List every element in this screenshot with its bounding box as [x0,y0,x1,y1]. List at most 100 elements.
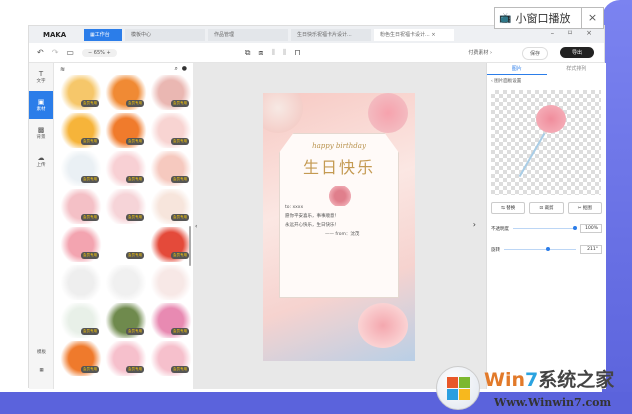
spacing-icon[interactable]: ⦀ [283,48,287,58]
asset-thumbnail[interactable]: 会员专用 [150,303,192,338]
member-badge: 会员专用 [126,100,144,107]
watermark: Win7系统之家 Www.Winwin7.com [432,362,632,414]
redo-icon[interactable]: ↷ [52,48,59,57]
tab-templates[interactable]: 模板中心 [125,28,205,41]
asset-thumbnail[interactable]: 会员专用 [150,341,192,376]
qrcode-icon[interactable]: ▦ [29,361,54,379]
cutout-button[interactable]: ✂ 抠图 [567,202,602,214]
asset-thumbnail[interactable]: 会员专用 [60,189,102,224]
undo-icon[interactable]: ↶ [37,48,44,57]
close-tab-icon[interactable]: × [431,32,435,38]
member-badge: 会员专用 [81,138,99,145]
canvas-area: happy birthday 生日快乐 to: xxxx 愿你平安喜乐，事事顺意！… [193,63,486,389]
asset-thumbnail[interactable]: 会员专用 [60,303,102,338]
card-message: to: xxxx 愿你平安喜乐，事事顺意！ 永远开心快乐，生日快乐！ —— from：… [285,205,360,237]
group-icon[interactable]: ⧈ [258,48,263,58]
asset-thumbnail[interactable] [60,265,102,300]
asset-grid: 会员专用 会员专用 会员专用 会员专用 会员专用 会员专用 会员专用 会员专用 会员专用 会员专用… [54,75,193,376]
asset-thumbnail[interactable]: 会员专用 [60,75,102,110]
windows-logo [436,366,480,410]
asset-thumbnail[interactable]: 会员专用 [105,227,147,262]
desktop-background [602,0,632,414]
asset-thumbnail[interactable]: 会员专用 [60,113,102,148]
opacity-slider[interactable] [513,226,578,230]
member-badge: 会员专用 [81,214,99,221]
rotate-slider-handle[interactable] [546,247,551,251]
rail-item-background[interactable]: ▩ 背景 [29,119,53,147]
mini-window-play-button[interactable]: 小窗口播放 [515,10,581,26]
member-badge: 会员专用 [81,328,99,335]
asset-thumbnail[interactable]: 会员专用 [150,113,192,148]
member-badge: 会员专用 [171,252,189,259]
asset-thumbnail[interactable]: 会员专用 [150,75,192,110]
rail-item-assets[interactable]: ▣ 素材 [29,91,53,119]
asset-thumbnail[interactable]: 会员专用 [60,341,102,376]
rotate-slider[interactable] [504,247,576,251]
asset-thumbnail[interactable]: 会员专用 [150,151,192,186]
watermark-url: Www.Winwin7.com [494,396,612,409]
rail-item-template[interactable]: 模板 [29,345,54,359]
asset-thumbnail[interactable]: 会员专用 [105,151,147,186]
opacity-input[interactable]: 100% [580,224,602,233]
member-badge: 会员专用 [171,176,189,183]
text-icon: T [38,70,44,78]
member-badge: 会员专用 [126,176,144,183]
member-badge: 会员专用 [81,176,99,183]
lock-icon[interactable]: ⊓ [294,48,300,57]
opacity-slider-handle[interactable] [573,226,578,230]
search-icon[interactable]: ⌕ [175,65,178,72]
rail-item-text[interactable]: T 文字 [29,63,53,91]
mini-window-play-popup: 📺 小窗口播放 × [494,7,604,29]
asset-thumbnail[interactable] [105,265,147,300]
tab-doc-1[interactable]: 生日快乐祝福卡片设计... [291,28,371,41]
replace-button[interactable]: ⇆ 替换 [491,202,526,214]
asset-thumbnail[interactable] [150,265,192,300]
flower-decoration [263,93,303,133]
tab-works[interactable]: 作品管理 [208,28,288,41]
rose-decoration [368,93,408,133]
asset-thumbnail[interactable]: 会员专用 [60,151,102,186]
close-icon[interactable]: × [581,8,603,28]
asset-thumbnail[interactable]: 会员专用 [150,189,192,224]
tab-doc-active[interactable]: 粉色生日祝福卡设计... × [374,28,454,41]
collapse-panel-handle[interactable]: ‹ [195,223,197,230]
member-badge: 会员专用 [171,214,189,221]
member-badge: 会员专用 [81,366,99,373]
asset-thumbnail[interactable]: 会员专用 [105,189,147,224]
tab-style[interactable]: 样式排列 [547,63,607,75]
layout-icon[interactable]: ▭ [66,48,74,57]
maka-editor-window: MAKA ▦ 工作台 模板中心 作品管理 生日快乐祝福卡片设计... 粉色生日祝… [28,25,607,389]
distribute-icon[interactable]: ⫴ [272,48,275,58]
crop-button[interactable]: ⊡ 裁剪 [529,202,564,214]
zoom-out-button[interactable]: − [88,50,92,56]
tab-workbench[interactable]: ▦ 工作台 [84,28,122,41]
image-icon: ▣ [37,98,45,106]
asset-thumbnail[interactable]: 会员专用 [105,303,147,338]
tab-image[interactable]: 图片 [487,63,547,75]
left-rail: T 文字 ▣ 素材 ▩ 背景 ☁ 上传 模板 ▦ [29,63,54,389]
member-badge: 会员专用 [126,214,144,221]
panel-subtitle[interactable]: ‹ 图片面板设置 [487,75,606,87]
assets-panel: ≋ ⌕ ● 会员专用 会员专用 会员专用 会员专用 会员专用 会员专用 会员专用 会员专用 会员专… [54,63,193,389]
asset-thumbnail[interactable]: 会员专用 [105,341,147,376]
image-preview [491,90,601,195]
window-controls[interactable]: – ⌑ × [551,29,598,37]
align-icon[interactable]: ⧉ [245,48,251,58]
rotate-input[interactable]: 211° [580,245,602,254]
asset-thumbnail[interactable]: 会员专用 [60,227,102,262]
birthday-card-poster[interactable]: happy birthday 生日快乐 to: xxxx 愿你平安喜乐，事事顺意！… [263,93,415,361]
member-badge: 会员专用 [126,366,144,373]
asset-thumbnail[interactable]: 会员专用 [150,227,192,262]
paid-assets-link[interactable]: 付费素材 › [468,49,492,56]
export-button[interactable]: 导出 [559,47,594,58]
panel-scrollbar[interactable] [189,226,191,266]
asset-thumbnail[interactable]: 会员专用 [105,113,147,148]
save-button[interactable]: 保存 [521,47,548,60]
filter-icon[interactable]: ≋ [60,66,65,73]
asset-thumbnail[interactable]: 会员专用 [105,75,147,110]
flower-bouquet [358,303,408,348]
rail-item-upload[interactable]: ☁ 上传 [29,147,53,175]
zoom-in-button[interactable]: + [106,50,110,56]
member-badge: 会员专用 [126,138,144,145]
settings-icon[interactable]: ● [182,65,187,72]
